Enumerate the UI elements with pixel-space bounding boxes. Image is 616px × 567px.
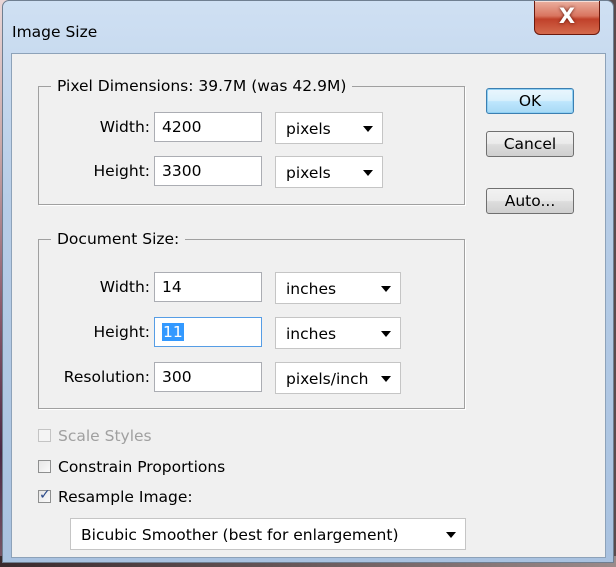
- pixel-width-input[interactable]: 4200: [154, 112, 262, 142]
- chevron-down-icon: [363, 170, 373, 176]
- doc-height-unit-value: inches: [286, 325, 337, 343]
- chevron-down-icon: [363, 126, 373, 132]
- pixel-height-unit-value: pixels: [286, 164, 331, 182]
- resample-image-label: Resample Image:: [58, 488, 193, 506]
- resolution-label: Resolution:: [63, 368, 150, 386]
- auto-button[interactable]: Auto...: [486, 188, 574, 214]
- pixel-dimensions-legend: Pixel Dimensions: 39.7M (was 42.9M): [51, 76, 353, 96]
- title-bar[interactable]: Image Size X: [3, 1, 613, 59]
- document-size-group: Document Size: Width: 14 inches Height: …: [38, 229, 465, 409]
- cancel-button[interactable]: Cancel: [486, 131, 574, 157]
- resample-method-select[interactable]: Bicubic Smoother (best for enlargement): [70, 518, 466, 550]
- pixel-width-unit-value: pixels: [286, 120, 331, 138]
- pixel-width-label: Width:: [99, 118, 150, 136]
- pixel-width-unit-select[interactable]: pixels: [275, 112, 383, 144]
- doc-width-unit-select[interactable]: inches: [275, 272, 401, 304]
- pixel-height-label: Height:: [93, 162, 150, 180]
- scale-styles-label: Scale Styles: [58, 427, 152, 445]
- document-size-legend: Document Size:: [51, 229, 186, 249]
- resample-image-checkbox[interactable]: ✓: [38, 487, 51, 503]
- resolution-unit-value: pixels/inch: [286, 370, 369, 388]
- constrain-proportions-checkbox[interactable]: [38, 460, 51, 473]
- resolution-input[interactable]: 300: [154, 362, 262, 392]
- chevron-down-icon: [446, 532, 456, 538]
- image-size-dialog: Image Size X Pixel Dimensions: 39.7M (wa…: [2, 0, 614, 563]
- chevron-down-icon: [381, 286, 391, 292]
- ok-button[interactable]: OK: [486, 88, 574, 114]
- constrain-proportions-label: Constrain Proportions: [58, 458, 226, 476]
- checkmark-icon: ✓: [39, 487, 51, 503]
- dialog-body: Pixel Dimensions: 39.7M (was 42.9M) Widt…: [11, 53, 606, 558]
- doc-height-selected-text: 11: [162, 323, 184, 341]
- pixel-height-unit-select[interactable]: pixels: [275, 156, 383, 188]
- doc-height-unit-select[interactable]: inches: [275, 317, 401, 349]
- chevron-down-icon: [381, 376, 391, 382]
- close-icon: X: [558, 4, 576, 28]
- close-button[interactable]: X: [534, 1, 600, 35]
- doc-width-input[interactable]: 14: [154, 272, 262, 302]
- resolution-unit-select[interactable]: pixels/inch: [275, 362, 401, 394]
- doc-width-unit-value: inches: [286, 280, 337, 298]
- pixel-height-input[interactable]: 3300: [154, 156, 262, 186]
- doc-height-input[interactable]: 11: [154, 317, 262, 347]
- resample-method-value: Bicubic Smoother (best for enlargement): [81, 526, 399, 544]
- dialog-title: Image Size: [12, 23, 98, 41]
- doc-width-label: Width:: [99, 278, 150, 296]
- chevron-down-icon: [381, 331, 391, 337]
- pixel-dimensions-group: Pixel Dimensions: 39.7M (was 42.9M) Widt…: [38, 76, 465, 205]
- scale-styles-checkbox[interactable]: [38, 429, 51, 442]
- doc-height-label: Height:: [93, 323, 150, 341]
